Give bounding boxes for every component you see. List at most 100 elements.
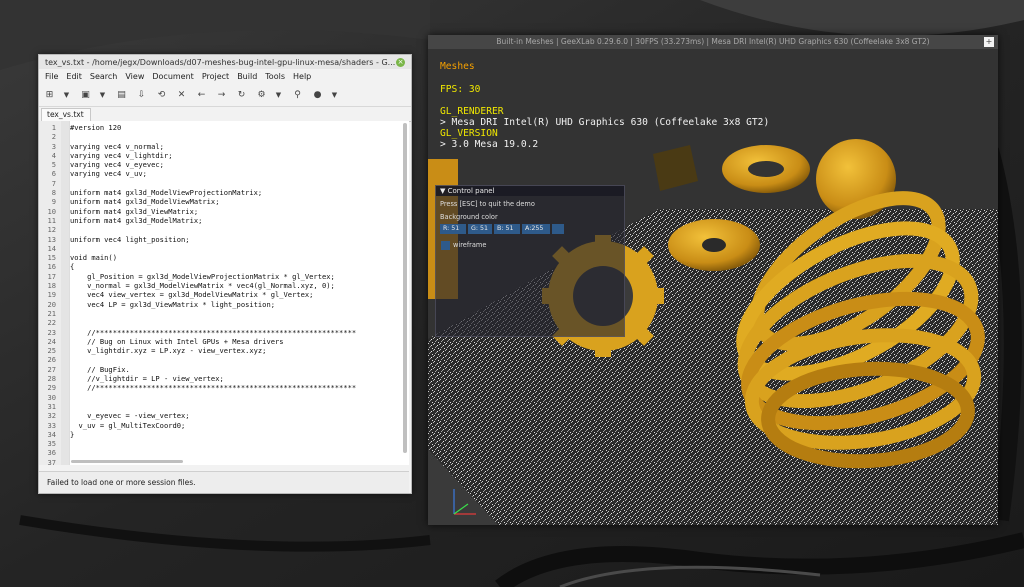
- color-g-field[interactable]: G: 51: [468, 224, 492, 234]
- line-number: 23: [47, 327, 56, 337]
- wireframe-checkbox[interactable]: [441, 241, 450, 250]
- close-icon[interactable]: ×: [396, 57, 405, 67]
- editor-titlebar[interactable]: tex_vs.txt - /home/jegx/Downloads/d07-me…: [39, 55, 411, 69]
- horizontal-scrollbar[interactable]: [71, 460, 183, 463]
- code-line: 36: [39, 448, 401, 457]
- code-line: 16 {: [39, 262, 401, 271]
- line-number: 3: [51, 141, 56, 151]
- forward-arrow-icon[interactable]: →: [215, 89, 228, 102]
- code-line: 4 varying vec4 v_lightdir;: [39, 151, 401, 160]
- run-icon[interactable]: ⚲: [291, 89, 304, 102]
- gear-icon[interactable]: ⚙: [255, 89, 268, 102]
- tab-tex-vs[interactable]: tex_vs.txt: [41, 108, 91, 121]
- code-line: 31: [39, 402, 401, 411]
- code-line: 27 // BugFix.: [39, 365, 401, 374]
- vertical-scrollbar[interactable]: [403, 123, 407, 453]
- line-text: {: [70, 262, 75, 272]
- status-bar: Failed to load one or more session files…: [39, 471, 409, 493]
- code-line: 33 v_uv = gl_MultiTexCoord0;: [39, 421, 401, 430]
- menu-search[interactable]: Search: [86, 72, 121, 81]
- save-all-icon[interactable]: ⇩: [135, 89, 148, 102]
- color-r-field[interactable]: R: 51: [440, 224, 466, 234]
- line-number: 27: [47, 364, 56, 374]
- line-text: v_eyevec = -view_vertex;: [70, 411, 190, 421]
- editor-title: tex_vs.txt - /home/jegx/Downloads/d07-me…: [45, 57, 396, 67]
- line-text: //**************************************…: [70, 383, 357, 393]
- code-line: 25 v_lightdir.xyz = LP.xyz - view_vertex…: [39, 346, 401, 355]
- code-line: 9 uniform mat4 gxl3d_ModelViewMatrix;: [39, 197, 401, 206]
- code-line: 1 #version 120: [39, 123, 401, 132]
- menu-help[interactable]: Help: [289, 72, 315, 81]
- code-line: 15 void main(): [39, 253, 401, 262]
- line-number: 7: [51, 178, 56, 188]
- menu-tools[interactable]: Tools: [261, 72, 289, 81]
- line-number: 15: [47, 253, 56, 263]
- line-number: 6: [51, 169, 56, 179]
- color-b-field[interactable]: B: 51: [494, 224, 520, 234]
- menu-file[interactable]: File: [41, 72, 62, 81]
- reload-icon[interactable]: ↻: [235, 89, 248, 102]
- chevron-down-icon[interactable]: ▼: [99, 89, 106, 102]
- line-text: vec4 view_vertex = gxl3d_ModelViewMatrix…: [70, 290, 314, 300]
- geexlab-titlebar[interactable]: Built-in Meshes | GeeXLab 0.29.6.0 | 30F…: [428, 35, 998, 49]
- editor-toolbar: ⊞ ▼ ▣ ▼ ▤ ⇩ ⟲ ✕ ← → ↻ ⚙ ▼ ⚲ ● ▼: [39, 84, 411, 107]
- control-panel-header[interactable]: ▼ Control panel: [436, 186, 624, 196]
- line-number: 35: [47, 439, 56, 449]
- line-number: 37: [47, 457, 56, 465]
- menu-project[interactable]: Project: [198, 72, 233, 81]
- close-icon[interactable]: +: [984, 37, 994, 47]
- line-text: v_lightdir.xyz = LP.xyz - view_vertex.xy…: [70, 346, 267, 356]
- code-line: 26: [39, 355, 401, 364]
- line-number: 5: [51, 160, 56, 170]
- geany-editor-window: tex_vs.txt - /home/jegx/Downloads/d07-me…: [38, 54, 412, 494]
- close-file-icon[interactable]: ✕: [175, 89, 188, 102]
- line-text: varying vec4 v_normal;: [70, 141, 164, 151]
- hud-renderer-label: GL_RENDERER: [440, 106, 504, 117]
- back-arrow-icon[interactable]: ←: [195, 89, 208, 102]
- code-area[interactable]: 1 #version 120 2 3 varying vec4 v_normal; 4 va…: [39, 121, 409, 465]
- wireframe-label: wireframe: [453, 241, 487, 249]
- line-text: varying vec4 v_lightdir;: [70, 150, 173, 160]
- line-number: 30: [47, 392, 56, 402]
- line-number: 29: [47, 383, 56, 393]
- chevron-down-icon[interactable]: ▼: [331, 89, 338, 102]
- hud-fps: FPS: 30: [440, 84, 481, 95]
- new-file-icon[interactable]: ⊞: [43, 89, 56, 102]
- code-line: 32 v_eyevec = -view_vertex;: [39, 411, 401, 420]
- line-number: 1: [51, 123, 56, 132]
- line-number: 18: [47, 281, 56, 291]
- line-text: varying vec4 v_uv;: [70, 169, 147, 179]
- line-text: gl_Position = gxl3d_ModelViewProjectionM…: [70, 271, 335, 281]
- menu-build[interactable]: Build: [233, 72, 261, 81]
- code-lines: 1 #version 120 2 3 varying vec4 v_normal; 4 va…: [39, 123, 401, 465]
- line-number: 4: [51, 150, 56, 160]
- line-number: 26: [47, 355, 56, 365]
- menu-edit[interactable]: Edit: [62, 72, 86, 81]
- line-number: 36: [47, 448, 56, 458]
- line-number: 32: [47, 411, 56, 421]
- editor-tabbar: tex_vs.txt: [39, 107, 411, 122]
- code-line: 20 vec4 LP = gxl3d_ViewMatrix * light_po…: [39, 300, 401, 309]
- open-file-icon[interactable]: ▣: [79, 89, 92, 102]
- color-picker-icon[interactable]: ●: [311, 89, 324, 102]
- code-line: 22: [39, 318, 401, 327]
- line-number: 28: [47, 374, 56, 384]
- line-number: 20: [47, 299, 56, 309]
- revert-icon[interactable]: ⟲: [155, 89, 168, 102]
- color-a-field[interactable]: A:255: [522, 224, 550, 234]
- chevron-down-icon[interactable]: ▼: [275, 89, 282, 102]
- hud-version-value: > 3.0 Mesa 19.0.2: [440, 139, 539, 150]
- menu-document[interactable]: Document: [148, 72, 197, 81]
- line-text: uniform vec4 light_position;: [70, 234, 190, 244]
- chevron-down-icon[interactable]: ▼: [63, 89, 70, 102]
- code-line: 2: [39, 132, 401, 141]
- color-swatch[interactable]: [552, 224, 564, 234]
- code-line: 21: [39, 309, 401, 318]
- code-line: 11 uniform mat4 gxl3d_ModelMatrix;: [39, 216, 401, 225]
- save-icon[interactable]: ▤: [115, 89, 128, 102]
- hud-title: Meshes: [440, 61, 475, 72]
- line-text: uniform mat4 gxl3d_ViewMatrix;: [70, 206, 199, 216]
- menu-view[interactable]: View: [121, 72, 148, 81]
- line-text: v_normal = gxl3d_ModelViewMatrix * vec4(…: [70, 281, 335, 291]
- code-line: 12: [39, 225, 401, 234]
